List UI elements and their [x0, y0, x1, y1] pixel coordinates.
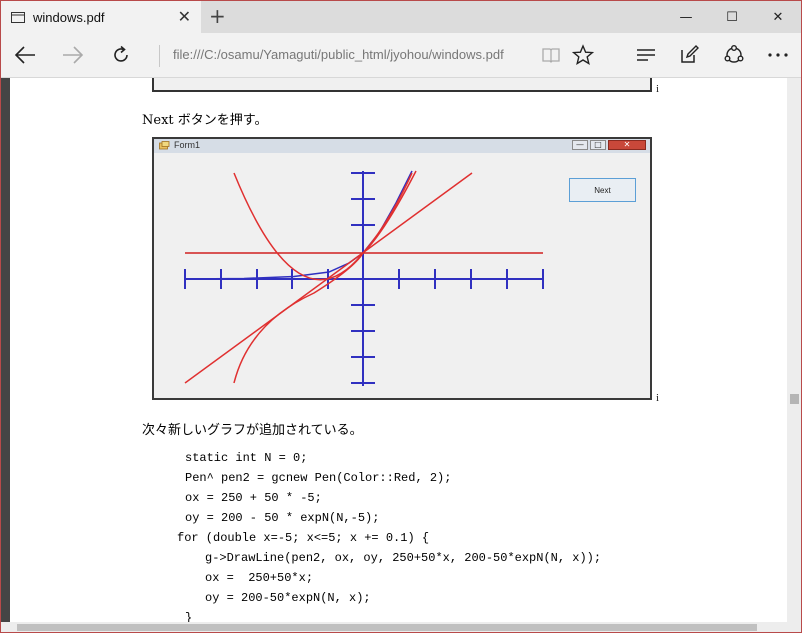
code-line: oy = 200 - 50 * expN(N,-5); — [185, 511, 380, 525]
paragraph-new-graph: 次々新しいグラフが追加されている。 — [142, 423, 363, 438]
code-line: for (double x=-5; x<=5; x += 0.1) { — [177, 531, 430, 545]
form-title: Form1 — [174, 140, 201, 150]
form-maximize-icon: □ — [590, 140, 606, 150]
share-icon — [724, 45, 744, 63]
next-button-in-figure: Next — [569, 178, 636, 202]
more-button[interactable] — [756, 33, 800, 77]
form-minimize-icon: — — [572, 140, 588, 150]
form-close-icon: ✕ — [608, 140, 646, 150]
horizontal-scrollbar[interactable] — [1, 622, 801, 632]
back-button[interactable] — [3, 33, 47, 77]
code-line: static int N = 0; — [185, 451, 308, 465]
active-tab[interactable]: windows.pdf ✕ — [1, 1, 201, 33]
previous-figure-bottom — [152, 78, 652, 92]
code-line: ox = 250 + 50 * -5; — [185, 491, 322, 505]
refresh-icon — [114, 45, 128, 62]
left-page-edge — [1, 78, 10, 622]
page-icon — [11, 11, 25, 23]
close-window-button[interactable]: ✕ — [755, 1, 801, 33]
star-icon — [572, 44, 594, 65]
paragraph-next-button: Next ボタンを押す。 — [142, 113, 268, 128]
quadratic-curve — [233, 172, 413, 281]
maximize-icon: ☐ — [726, 9, 738, 25]
navigation-bar: file:///C:/osamu/Yamaguti/public_html/jy… — [1, 33, 801, 78]
next-button-label: Next — [594, 185, 611, 195]
pdf-content[interactable]: i Next ボタンを押す。 Form1 — □ ✕ Next i 次々新しいグ… — [1, 78, 787, 622]
hub-icon — [637, 49, 655, 61]
maximize-button[interactable]: ☐ — [709, 1, 755, 33]
web-note-button[interactable] — [667, 33, 711, 77]
minimize-icon: — — [679, 9, 693, 25]
toolbar-separator — [159, 45, 160, 67]
hub-button[interactable] — [624, 33, 668, 77]
back-arrow-icon — [14, 46, 35, 64]
forward-button[interactable] — [51, 33, 95, 77]
code-line: oy = 200-50*expN(N, x); — [205, 591, 371, 605]
close-icon: ✕ — [772, 9, 784, 25]
figure-marker-2: i — [656, 392, 660, 404]
book-icon — [542, 48, 560, 63]
figure-marker: i — [656, 83, 660, 95]
share-button[interactable] — [712, 33, 756, 77]
more-dots-icon — [768, 53, 788, 57]
pen-note-icon — [681, 45, 699, 63]
code-line: Pen^ pen2 = gcnew Pen(Color::Red, 2); — [185, 471, 452, 485]
code-line: } — [185, 611, 193, 622]
new-tab-button[interactable]: + — [209, 5, 226, 27]
code-line: ox = 250+50*x; — [205, 571, 314, 585]
vertical-scrollbar[interactable] — [787, 78, 801, 622]
title-bar: windows.pdf ✕ + — ☐ ✕ — [1, 1, 801, 33]
horizontal-scroll-thumb[interactable] — [17, 624, 757, 631]
code-line: g->DrawLine(pen2, ox, oy, 250+50*x, 200-… — [205, 551, 602, 565]
exp-curve-blue — [184, 170, 413, 280]
vertical-scroll-thumb[interactable] — [790, 394, 799, 404]
browser-window: windows.pdf ✕ + — ☐ ✕ file:///C:/osamu/Y… — [0, 0, 802, 633]
form-app-icon — [159, 141, 170, 150]
minimize-button[interactable]: — — [663, 1, 709, 33]
cubic-curve — [233, 170, 417, 384]
forward-arrow-icon — [63, 46, 84, 64]
tab-close-icon[interactable]: ✕ — [178, 8, 191, 26]
tab-title: windows.pdf — [33, 9, 105, 25]
form-title-bar: Form1 — □ ✕ — [154, 139, 650, 153]
favorite-button[interactable] — [561, 33, 605, 77]
refresh-button[interactable] — [99, 33, 143, 77]
address-bar[interactable]: file:///C:/osamu/Yamaguti/public_html/jy… — [173, 47, 504, 62]
form-screenshot-figure: Form1 — □ ✕ Next — [152, 137, 652, 400]
